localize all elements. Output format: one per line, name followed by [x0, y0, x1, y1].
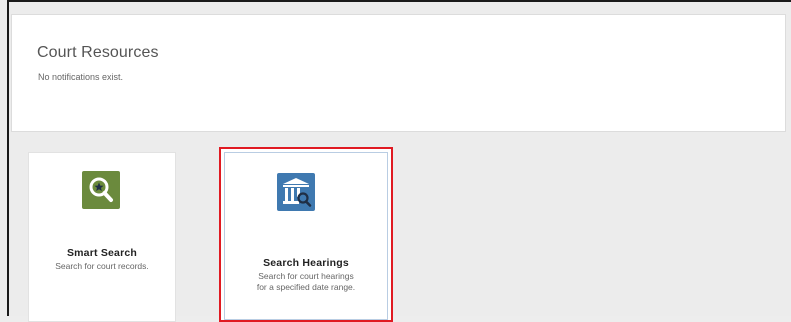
- court-resources-title: Court Resources: [37, 44, 159, 61]
- courthouse-search-icon: [277, 173, 315, 211]
- search-hearings-card[interactable]: Search Hearings Search for court hearing…: [224, 152, 388, 320]
- search-hearings-description-line-2: for a specified date range.: [256, 282, 356, 292]
- search-hearings-description: Search for court hearings for a specifie…: [225, 271, 387, 293]
- smart-search-description-line: Search for court records.: [55, 261, 149, 271]
- search-hearings-label: Search Hearings: [263, 257, 349, 269]
- magnifier-star-icon: [82, 171, 120, 209]
- smart-search-description: Search for court records.: [29, 261, 175, 272]
- notifications-message: No notifications exist.: [38, 72, 124, 82]
- search-hearings-tile[interactable]: Search Hearings Search for court hearing…: [219, 147, 393, 322]
- smart-search-tile[interactable]: Smart Search Search for court records.: [28, 152, 176, 322]
- search-hearings-description-line-1: Search for court hearings: [258, 271, 354, 281]
- smart-search-label: Smart Search: [66, 247, 138, 259]
- court-resources-panel: Court Resources No notifications exist.: [11, 14, 786, 132]
